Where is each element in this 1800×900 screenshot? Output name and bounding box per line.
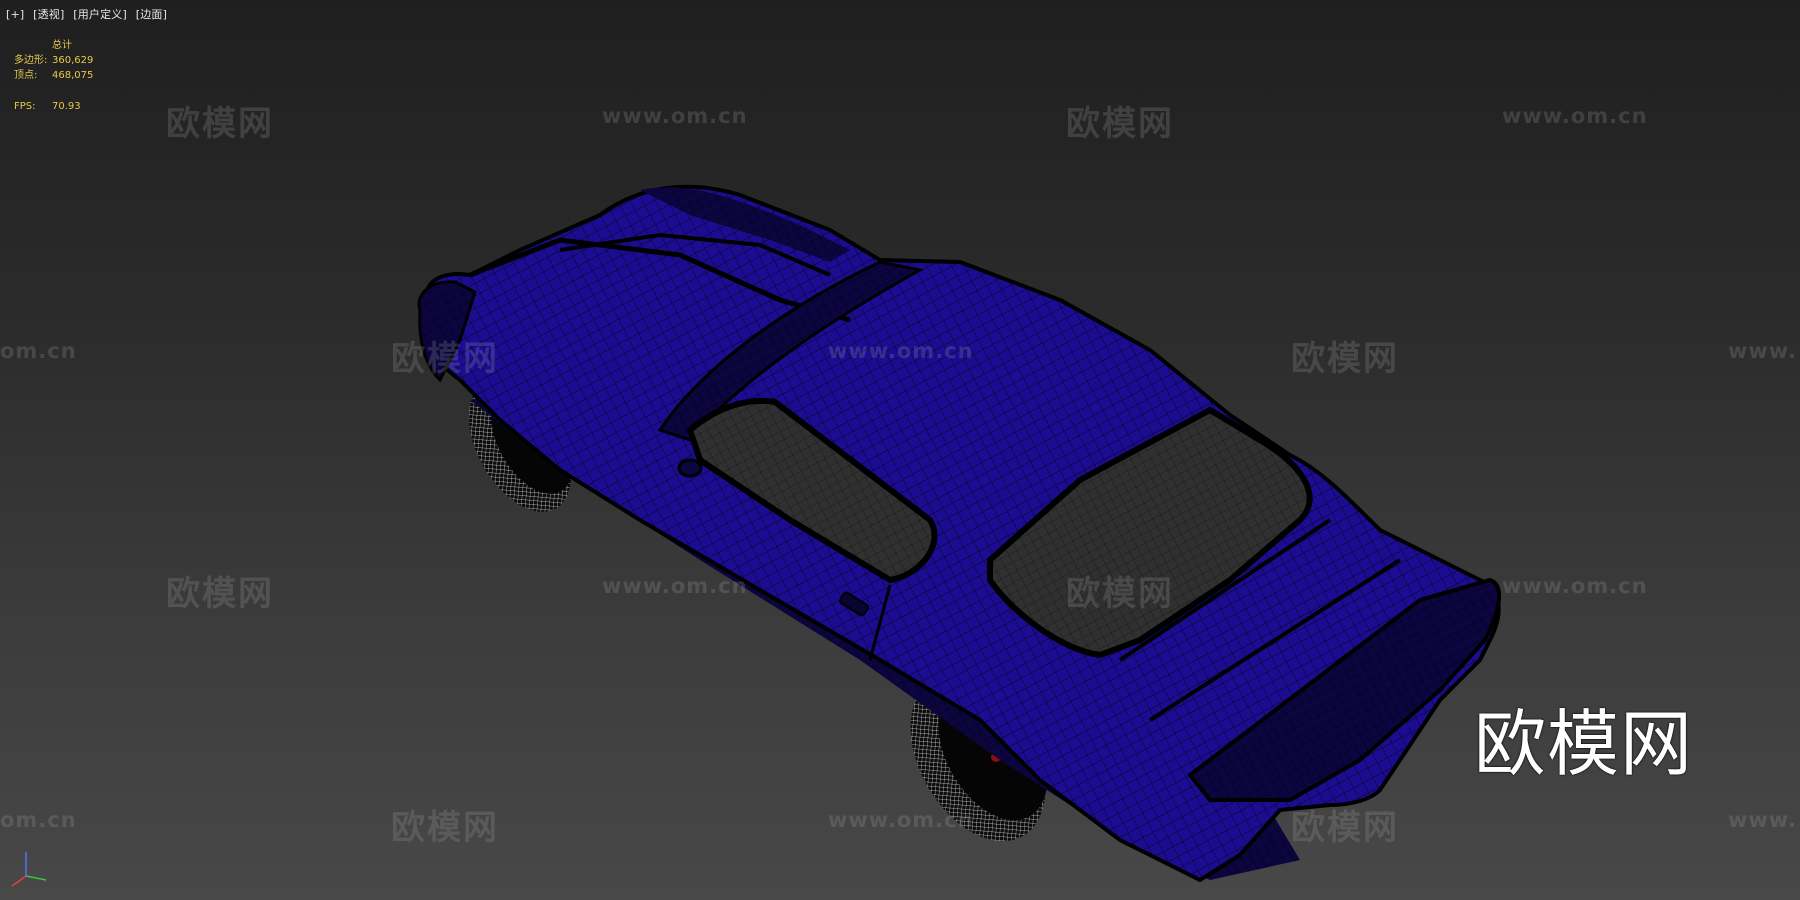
polys-label: 多边形: — [14, 55, 48, 66]
verts-label: 顶点: — [14, 70, 38, 81]
viewport-plus-menu[interactable]: [+] — [6, 8, 24, 21]
stats-header: 总计 — [52, 40, 72, 51]
viewport-statistics: 总计 多边形: 360,629 顶点: 468,075 FPS: 70.93 — [14, 38, 93, 114]
viewport-display-menu[interactable]: [边面] — [136, 8, 167, 21]
viewport-shading-menu[interactable]: [用户定义] — [73, 8, 127, 21]
viewport-label-menu: [+] [透视] [用户定义] [边面] — [6, 6, 172, 22]
axis-gizmo-icon — [11, 852, 47, 887]
verts-value: 468,075 — [52, 70, 94, 81]
fps-value: 70.93 — [52, 101, 81, 112]
fps-label: FPS: — [14, 101, 36, 112]
side-mirror — [677, 458, 703, 478]
3d-viewport[interactable]: 欧模网 www.om.cn 欧模网 www.om.cn om.cn 欧模网 ww… — [0, 0, 1800, 900]
viewport-view-menu[interactable]: [透视] — [33, 8, 64, 21]
polys-value: 360,629 — [52, 55, 94, 66]
brand-logo: 欧模网 — [1474, 702, 1694, 786]
